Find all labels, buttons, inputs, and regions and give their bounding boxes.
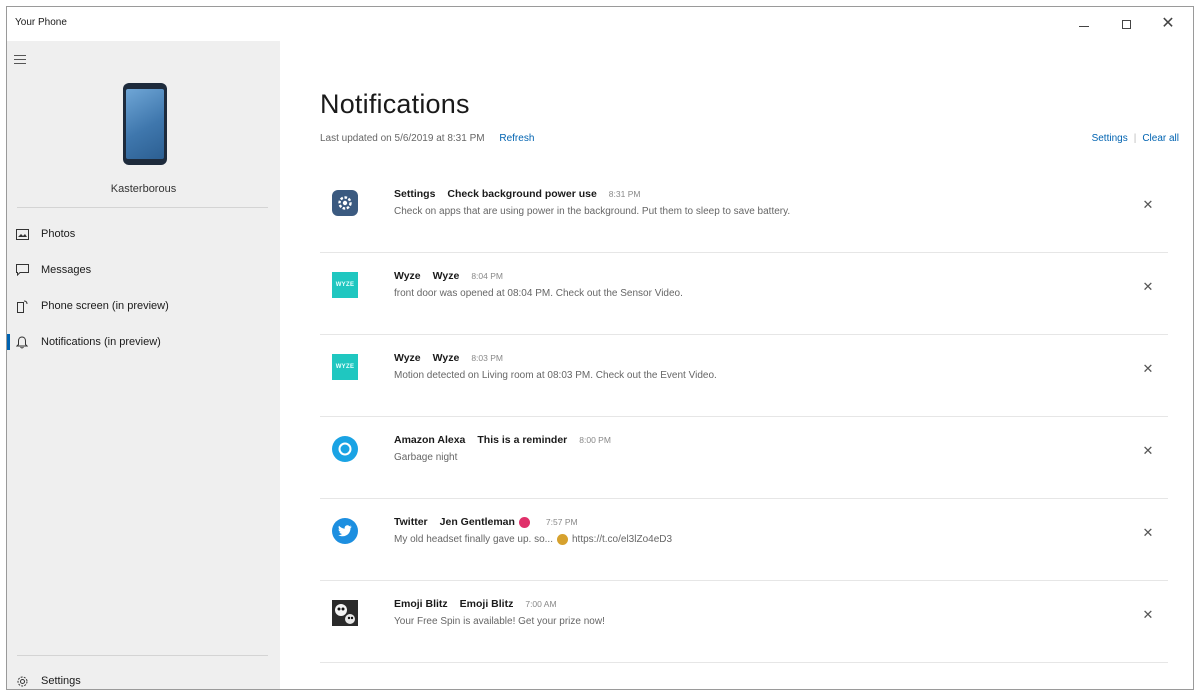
notification-body: Garbage night bbox=[394, 452, 458, 463]
notification-header: Wyze Wyze 8:03 PM bbox=[394, 352, 503, 364]
maximize-icon bbox=[1121, 19, 1131, 29]
clear-all-link[interactable]: Clear all bbox=[1142, 133, 1179, 144]
wyze-app-icon: WYZE bbox=[332, 272, 358, 298]
refresh-link[interactable]: Refresh bbox=[499, 133, 534, 144]
phone-image bbox=[123, 83, 167, 165]
dismiss-button[interactable]: ✕ bbox=[1140, 196, 1156, 212]
sidebar-divider bbox=[17, 207, 268, 208]
notification-sender: Wyze bbox=[432, 352, 460, 364]
messages-icon bbox=[15, 263, 29, 277]
notification-time: 8:31 PM bbox=[608, 189, 641, 199]
wyze-app-icon: WYZE bbox=[332, 354, 358, 380]
notification-link: https://t.co/el3lZo4eD3 bbox=[571, 534, 673, 545]
sidebar-item-settings[interactable]: Settings bbox=[7, 666, 280, 689]
dismiss-button[interactable]: ✕ bbox=[1140, 278, 1156, 294]
notification-time: 8:00 PM bbox=[579, 435, 611, 445]
notification-body: Your Free Spin is available! Get your pr… bbox=[394, 616, 605, 627]
notification-time: 8:03 PM bbox=[471, 353, 503, 363]
sidebar: Kasterborous Photos Messages Phone scree… bbox=[7, 41, 280, 689]
notification-time: 8:04 PM bbox=[471, 271, 503, 281]
notification-sender: This is a reminder bbox=[477, 434, 568, 446]
sidebar-divider bbox=[17, 655, 268, 656]
sidebar-item-label: Phone screen (in preview) bbox=[41, 300, 169, 312]
device-name: Kasterborous bbox=[110, 183, 177, 195]
main-content: Notifications Last updated on 5/6/2019 a… bbox=[280, 41, 1193, 689]
sidebar-item-photos[interactable]: Photos bbox=[7, 219, 280, 249]
notification-app: Wyze bbox=[394, 352, 421, 364]
dismiss-button[interactable]: ✕ bbox=[1140, 524, 1156, 540]
top-links: Settings | Clear all bbox=[1092, 133, 1179, 144]
notification-app: Settings bbox=[394, 188, 436, 200]
app-window: Your Phone ✕ Kasterborous Photos Message… bbox=[6, 6, 1194, 690]
gear-icon bbox=[15, 674, 29, 688]
notification-sender: Emoji Blitz bbox=[459, 598, 514, 610]
sidebar-item-label: Messages bbox=[41, 264, 92, 276]
notification-time: 7:00 AM bbox=[525, 599, 557, 609]
emoji-blitz-app-icon bbox=[332, 600, 358, 626]
notification-time: 7:57 PM bbox=[545, 517, 578, 527]
link-separator: | bbox=[1133, 133, 1137, 144]
window-title: Your Phone bbox=[15, 17, 67, 28]
minimize-icon bbox=[1079, 25, 1089, 27]
notification-body-text: My old headset finally gave up. so... bbox=[394, 534, 553, 545]
settings-link[interactable]: Settings bbox=[1092, 133, 1128, 144]
alexa-app-icon bbox=[332, 436, 358, 462]
notification-app: Emoji Blitz bbox=[394, 598, 448, 610]
hamburger-menu-icon[interactable] bbox=[14, 55, 26, 67]
notification-item[interactable]: Amazon Alexa This is a reminder 8:00 PM … bbox=[320, 417, 1168, 499]
notification-item[interactable]: Settings Check background power use 8:31… bbox=[320, 171, 1168, 253]
notification-sender: Check background power use bbox=[447, 188, 597, 200]
notification-item[interactable]: Emoji Blitz Emoji Blitz 7:00 AM Your Fre… bbox=[320, 581, 1168, 663]
notification-header: Amazon Alexa This is a reminder 8:00 PM bbox=[394, 434, 611, 446]
sidebar-item-label: Notifications (in preview) bbox=[41, 336, 161, 348]
notification-header: Emoji Blitz Emoji Blitz 7:00 AM bbox=[394, 598, 557, 610]
notification-header: Twitter Jen Gentleman 7:57 PM bbox=[394, 516, 578, 528]
notification-app: Amazon Alexa bbox=[394, 434, 466, 446]
phone-screen-icon bbox=[15, 299, 29, 313]
minimize-button[interactable] bbox=[1063, 7, 1105, 41]
face-emoji-icon bbox=[518, 516, 530, 528]
notification-item[interactable]: Twitter Jen Gentleman 7:57 PM My old hea… bbox=[320, 499, 1168, 581]
notification-header: Wyze Wyze 8:04 PM bbox=[394, 270, 503, 282]
notification-item[interactable]: WYZE Wyze Wyze 8:04 PM front door was op… bbox=[320, 253, 1168, 335]
bell-icon bbox=[15, 335, 29, 349]
last-updated-text: Last updated on 5/6/2019 at 8:31 PM bbox=[320, 133, 485, 144]
notification-body: Motion detected on Living room at 08:03 … bbox=[394, 370, 717, 381]
notification-list: Settings Check background power use 8:31… bbox=[320, 171, 1168, 663]
maximize-button[interactable] bbox=[1105, 7, 1147, 41]
sidebar-item-label: Settings bbox=[41, 675, 81, 687]
notification-app: Twitter bbox=[394, 516, 428, 528]
sidebar-item-messages[interactable]: Messages bbox=[7, 255, 280, 285]
notification-body: front door was opened at 08:04 PM. Check… bbox=[394, 288, 683, 299]
notification-header: Settings Check background power use 8:31… bbox=[394, 188, 640, 200]
notification-body: Check on apps that are using power in th… bbox=[394, 206, 791, 217]
dismiss-button[interactable]: ✕ bbox=[1140, 606, 1156, 622]
dismiss-button[interactable]: ✕ bbox=[1140, 360, 1156, 376]
close-window-button[interactable]: ✕ bbox=[1147, 7, 1189, 41]
notification-sender: Jen Gentleman bbox=[439, 516, 515, 528]
twitter-app-icon bbox=[332, 518, 358, 544]
photos-icon bbox=[15, 227, 29, 241]
settings-app-icon bbox=[332, 190, 358, 216]
last-updated-row: Last updated on 5/6/2019 at 8:31 PM Refr… bbox=[320, 133, 534, 144]
notification-item[interactable]: WYZE Wyze Wyze 8:03 PM Motion detected o… bbox=[320, 335, 1168, 417]
sidebar-item-label: Photos bbox=[41, 228, 76, 240]
sidebar-item-notifications[interactable]: Notifications (in preview) bbox=[7, 327, 280, 357]
page-title: Notifications bbox=[320, 89, 470, 119]
emoji-icon bbox=[556, 534, 568, 545]
dismiss-button[interactable]: ✕ bbox=[1140, 442, 1156, 458]
notification-app: Wyze bbox=[394, 270, 421, 282]
title-bar: Your Phone ✕ bbox=[7, 7, 1193, 41]
close-icon: ✕ bbox=[1161, 15, 1175, 32]
notification-sender: Wyze bbox=[432, 270, 460, 282]
sidebar-item-phone-screen[interactable]: Phone screen (in preview) bbox=[7, 291, 280, 321]
notification-body: My old headset finally gave up. so... ht… bbox=[394, 534, 672, 545]
